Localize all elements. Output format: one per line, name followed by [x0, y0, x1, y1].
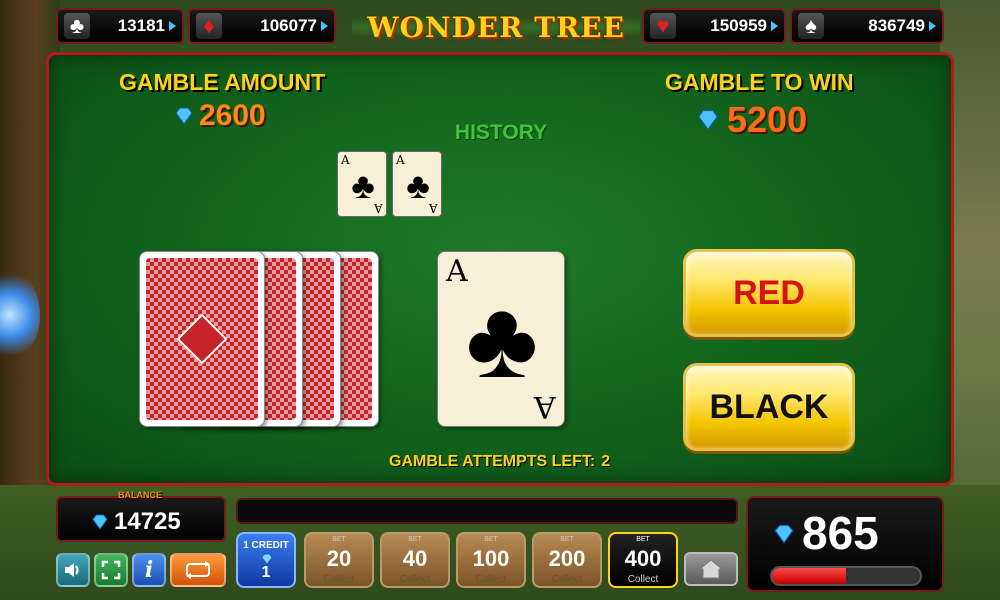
gamble-attempts-value: 2 [601, 453, 611, 470]
info-icon: i [144, 557, 154, 583]
diamond-icon [175, 107, 193, 125]
history-label: HISTORY [454, 121, 548, 144]
bet-collect-label: Collect [551, 574, 583, 585]
credit-button[interactable]: 1 CREDIT 1 [236, 532, 296, 588]
diamond-icon [697, 109, 719, 131]
diamond-icon [262, 554, 272, 564]
message-bar [236, 498, 738, 524]
jackpot-clubs-value: 13181 [117, 16, 165, 35]
jackpot-bar: ♣ 13181 ♦ 106077 WONDER TREE ♥ 150959 ♠ … [0, 4, 1000, 46]
bet-button-40[interactable]: BET 40 Collect [380, 532, 450, 588]
info-button[interactable]: i [132, 553, 166, 587]
red-button[interactable]: RED [683, 249, 855, 337]
fullscreen-button[interactable] [94, 553, 128, 587]
home-icon [698, 559, 724, 579]
club-icon: ♣ [64, 13, 90, 39]
win-value: 865 [802, 507, 879, 559]
bet-collect-label: Collect [475, 574, 507, 585]
bet-small-label: BET [636, 536, 650, 543]
jackpot-clubs: ♣ 13181 [56, 8, 184, 44]
bet-button-200[interactable]: BET 200 Collect [532, 532, 602, 588]
win-progress-fill [772, 568, 846, 584]
bet-small-label: BET [408, 536, 422, 543]
card-rank: A [341, 153, 350, 167]
win-box: 865 [746, 496, 944, 592]
balance-value: 14725 [114, 508, 181, 535]
diamond-icon [92, 514, 108, 530]
credit-label: 1 CREDIT [243, 540, 289, 551]
deck-card-top [139, 251, 265, 427]
credit-value: 1 [261, 564, 271, 581]
sound-button[interactable] [56, 553, 90, 587]
jackpot-diamonds: ♦ 106077 [188, 8, 336, 44]
bet-small-label: BET [560, 536, 574, 543]
jackpot-spades: ♠ 836749 [790, 8, 944, 44]
jackpot-diamonds-value: 106077 [260, 16, 317, 35]
heart-icon: ♥ [650, 13, 676, 39]
card-rank: A [534, 389, 556, 424]
jackpot-hearts-value: 150959 [710, 16, 767, 35]
bet-small-label: BET [484, 536, 498, 543]
current-card: A ♣ A [437, 251, 565, 427]
bet-button-100[interactable]: BET 100 Collect [456, 532, 526, 588]
speaker-icon [65, 563, 79, 577]
jackpot-hearts: ♥ 150959 [642, 8, 786, 44]
balance-box: BALANCE 14725 [56, 490, 226, 542]
card-rank: A [374, 201, 383, 215]
bet-value: 200 [548, 546, 586, 571]
autoplay-button[interactable] [170, 553, 226, 587]
gamble-attempts: GAMBLE ATTEMPTS LEFT: 2 [389, 453, 610, 471]
diamond-icon [774, 524, 794, 544]
bet-collect-label: Collect [399, 574, 431, 585]
diamond-pointer-icon [771, 21, 778, 31]
bet-button-400[interactable]: BET 400 Collect [608, 532, 678, 588]
autoplay-icon [186, 561, 210, 579]
gamble-panel: GAMBLE AMOUNT 2600 GAMBLE TO WIN 5200 HI… [46, 52, 954, 486]
diamond-pointer-icon [929, 21, 936, 31]
gamble-to-win-label: GAMBLE TO WIN [665, 69, 854, 95]
fullscreen-icon [101, 560, 121, 580]
win-progress-bar [770, 566, 922, 586]
bet-value: 100 [472, 546, 510, 571]
history-card: A ♣ A [392, 151, 442, 217]
diamond-pointer-icon [169, 21, 176, 31]
history-card: A ♣ A [337, 151, 387, 217]
club-icon: ♣ [465, 278, 539, 401]
balance-label: BALANCE [118, 490, 162, 500]
gamble-to-win-value: 5200 [727, 99, 808, 140]
bet-small-label: BET [332, 536, 346, 543]
club-icon: ♣ [351, 165, 375, 206]
bet-collect-label: Collect [627, 574, 659, 585]
gamble-attempts-label: GAMBLE ATTEMPTS LEFT: [389, 453, 596, 470]
bet-value: 400 [624, 546, 662, 571]
bet-collect-label: Collect [323, 574, 355, 585]
gamble-amount-label: GAMBLE AMOUNT [119, 69, 326, 95]
bet-value: 40 [402, 546, 428, 571]
bet-value: 20 [326, 546, 352, 571]
black-button[interactable]: BLACK [683, 363, 855, 451]
game-logo: WONDER TREE [367, 10, 625, 44]
home-button[interactable] [684, 552, 738, 586]
card-rank: A [396, 153, 405, 167]
bet-button-20[interactable]: BET 20 Collect [304, 532, 374, 588]
spade-icon: ♠ [798, 13, 824, 39]
diamond-suit-icon: ♦ [196, 13, 222, 39]
gamble-amount-value: 2600 [199, 99, 266, 132]
diamond-pointer-icon [321, 21, 328, 31]
club-icon: ♣ [406, 165, 430, 206]
card-rank: A [429, 201, 438, 215]
jackpot-spades-value: 836749 [868, 16, 925, 35]
